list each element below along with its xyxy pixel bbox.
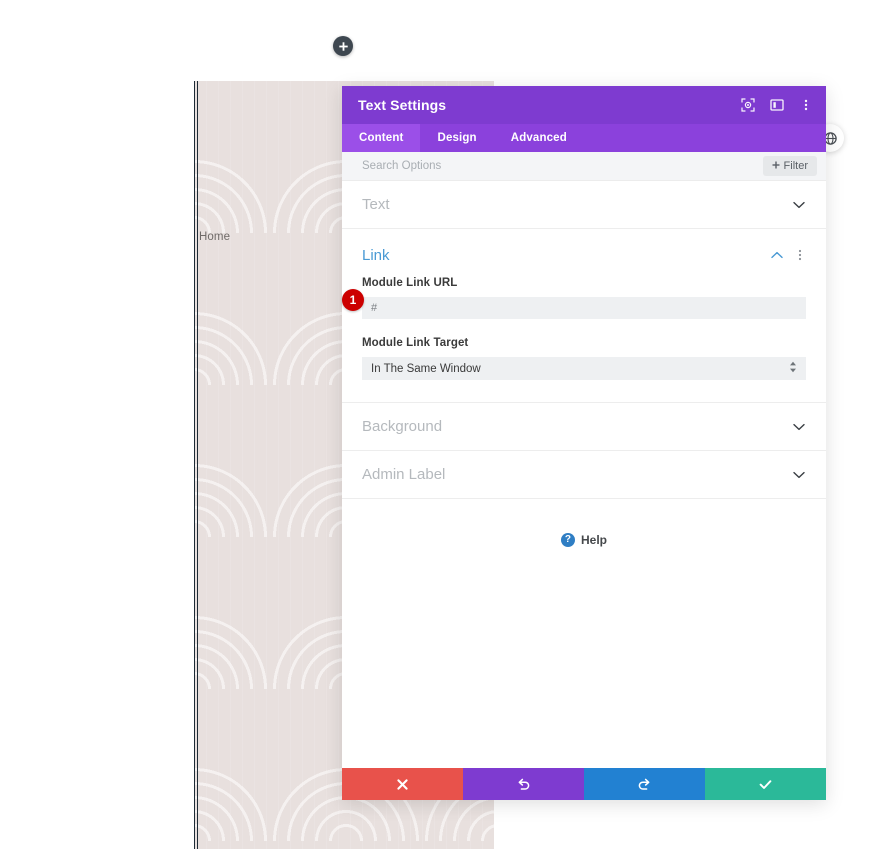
more-vertical-icon[interactable] [794,248,806,262]
help-label: Help [580,533,607,547]
undo-icon [516,777,531,792]
chevron-down-icon[interactable] [792,198,806,212]
section-text-title: Text [362,196,390,213]
canvas-left-rule-outer [194,81,195,849]
layout-panel-icon[interactable] [769,97,785,113]
section-admin-label-title: Admin Label [362,466,446,483]
modal-body: Text Link Module Link URL # Module Link … [342,181,826,768]
module-link-target-label: Module Link Target [362,337,469,349]
section-link: Link Module Link URL # Module Link Targe… [342,229,826,403]
add-section-button[interactable] [333,36,353,56]
module-link-url-label: Module Link URL [362,277,458,289]
undo-button[interactable] [463,768,584,800]
save-button[interactable] [705,768,826,800]
module-link-target-wrap: In The Same Window In The New Tab [362,357,806,380]
modal-header-actions [740,97,814,113]
plus-icon [338,41,349,52]
search-input[interactable] [362,160,763,172]
focus-target-icon[interactable] [740,97,756,113]
step-badge-1: 1 [342,289,364,311]
chevron-up-icon[interactable] [770,248,784,262]
help-row[interactable]: ? Help [342,499,826,547]
field-spacer [362,319,806,337]
section-link-header[interactable]: Link [362,229,806,277]
section-admin-label[interactable]: Admin Label [342,451,826,499]
check-icon [758,777,773,792]
modal-footer [342,768,826,800]
screen: Home Text Settings Content Design Advanc… [0,0,880,849]
section-text[interactable]: Text [342,181,826,229]
chevron-down-icon[interactable] [792,468,806,482]
section-background[interactable]: Background [342,403,826,451]
tab-design[interactable]: Design [420,124,493,152]
filter-button-label: Filter [783,160,808,172]
chevron-down-icon[interactable] [792,420,806,434]
close-icon [396,778,409,791]
modal-title: Text Settings [358,97,447,113]
module-link-target-select[interactable]: In The Same Window In The New Tab [362,357,806,380]
filter-button[interactable]: Filter [762,156,817,176]
modal-tabs: Content Design Advanced [342,124,826,152]
section-link-title: Link [362,246,390,264]
more-vertical-icon[interactable] [798,97,814,113]
question-mark-icon: ? [560,533,575,547]
redo-icon [637,777,652,792]
text-settings-modal: Text Settings Content Design Advanced Se… [342,86,826,800]
section-background-title: Background [362,418,443,435]
plus-icon [772,160,780,172]
module-link-url-input[interactable] [362,297,806,319]
page-home-label: Home [199,231,231,243]
cancel-button[interactable] [342,768,463,800]
tab-advanced[interactable]: Advanced [494,124,584,152]
canvas-left-rule-inner [197,81,198,849]
modal-header: Text Settings [342,86,826,124]
search-row: Filter [342,152,826,181]
redo-button[interactable] [584,768,705,800]
tab-content[interactable]: Content [342,124,421,152]
